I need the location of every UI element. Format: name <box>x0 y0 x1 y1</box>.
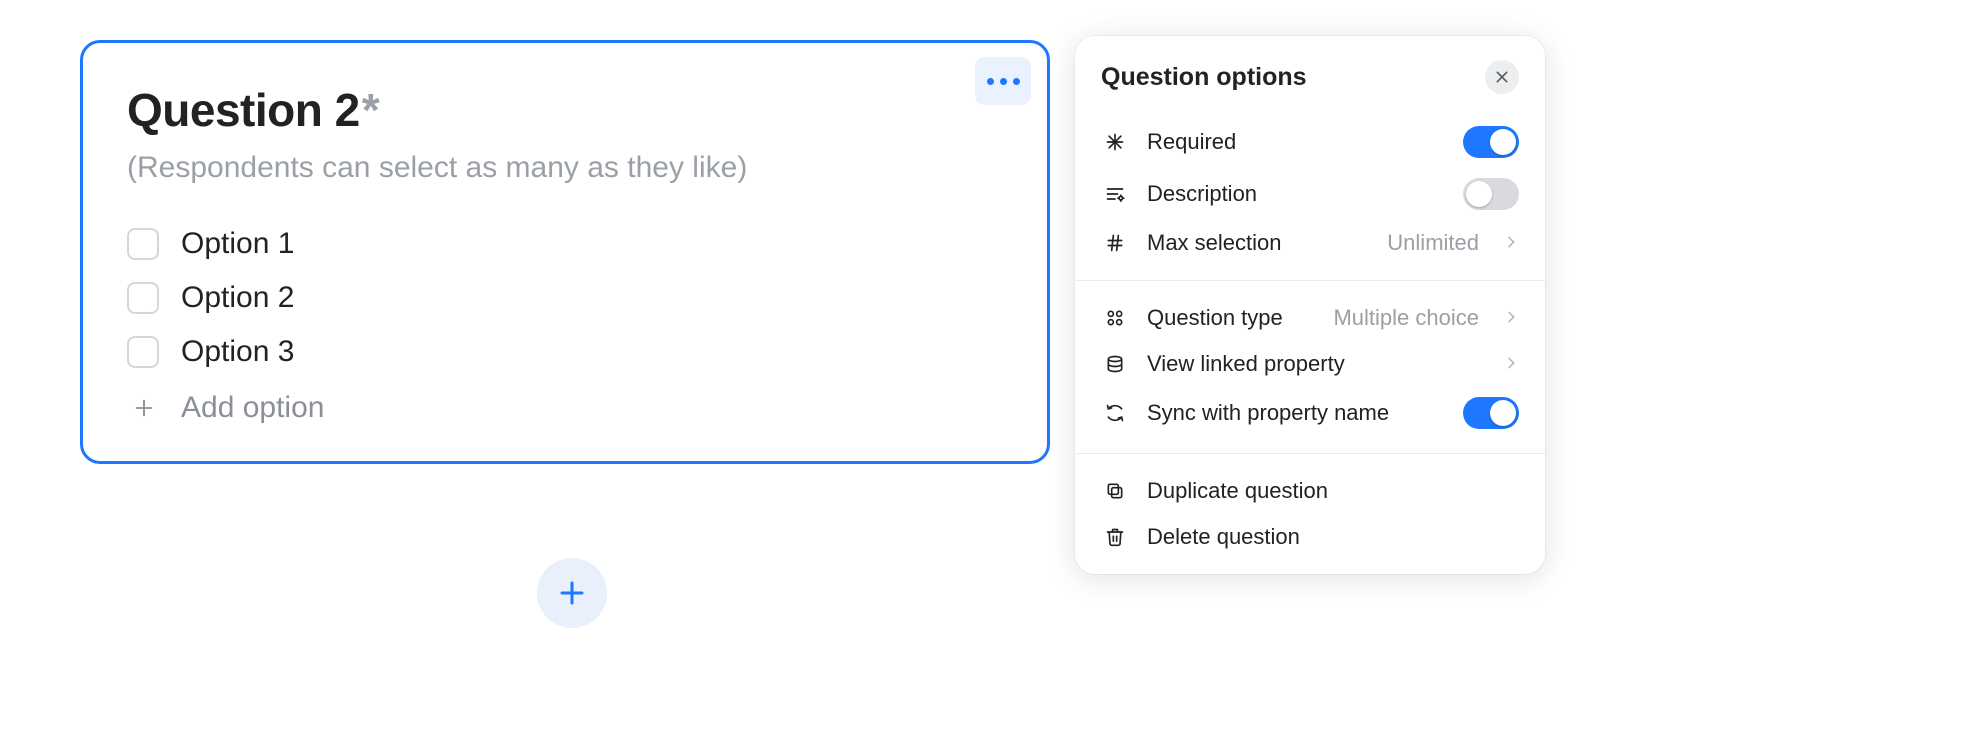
duplicate-question-button[interactable]: Duplicate question <box>1075 468 1545 514</box>
option-view-linked-property[interactable]: View linked property <box>1075 341 1545 387</box>
trash-icon <box>1101 527 1129 547</box>
question-title-text: Question 2 <box>127 84 360 136</box>
options-list: Option 1 Option 2 Option 3 Add option <box>127 217 1003 425</box>
checkbox-icon[interactable] <box>127 336 159 368</box>
option-description[interactable]: Description <box>1075 168 1545 220</box>
option-label: Required <box>1147 129 1445 155</box>
option-label: Description <box>1147 181 1445 207</box>
more-dots-icon <box>987 78 994 85</box>
question-subtitle: (Respondents can select as many as they … <box>127 151 1003 185</box>
panel-title: Question options <box>1101 63 1307 92</box>
question-more-button[interactable] <box>975 57 1031 105</box>
option-label: Delete question <box>1147 524 1519 550</box>
option-label: Duplicate question <box>1147 478 1519 504</box>
add-option-button[interactable]: Add option <box>127 379 1003 425</box>
question-options-panel: Question options Required Description <box>1075 36 1545 574</box>
option-required[interactable]: Required <box>1075 116 1545 168</box>
asterisk-icon <box>1101 132 1129 152</box>
option-max-selection[interactable]: Max selection Unlimited <box>1075 220 1545 266</box>
option-row[interactable]: Option 1 <box>127 217 1003 271</box>
option-label: Question type <box>1147 305 1315 331</box>
chevron-right-icon <box>1503 305 1519 331</box>
option-label[interactable]: Option 2 <box>181 281 294 315</box>
question-title[interactable]: Question 2* <box>127 83 1003 137</box>
sync-toggle[interactable] <box>1463 397 1519 429</box>
option-value: Multiple choice <box>1333 305 1479 331</box>
add-option-label: Add option <box>181 391 324 425</box>
checkbox-icon[interactable] <box>127 228 159 260</box>
option-label: Max selection <box>1147 230 1369 256</box>
option-sync-property-name[interactable]: Sync with property name <box>1075 387 1545 439</box>
option-row[interactable]: Option 3 <box>127 325 1003 379</box>
add-question-button[interactable] <box>537 558 607 628</box>
checkbox-icon[interactable] <box>127 282 159 314</box>
sync-icon <box>1101 403 1129 423</box>
description-icon <box>1101 184 1129 204</box>
grid-icon <box>1101 308 1129 328</box>
description-toggle[interactable] <box>1463 178 1519 210</box>
delete-question-button[interactable]: Delete question <box>1075 514 1545 560</box>
copy-icon <box>1101 481 1129 501</box>
option-row[interactable]: Option 2 <box>127 271 1003 325</box>
required-toggle[interactable] <box>1463 126 1519 158</box>
option-label: Sync with property name <box>1147 400 1445 426</box>
option-label[interactable]: Option 1 <box>181 227 294 261</box>
plus-icon <box>127 391 161 425</box>
option-label[interactable]: Option 3 <box>181 335 294 369</box>
option-value: Unlimited <box>1387 230 1479 256</box>
database-icon <box>1101 354 1129 374</box>
hash-icon <box>1101 233 1129 253</box>
option-question-type[interactable]: Question type Multiple choice <box>1075 295 1545 341</box>
question-card: Question 2* (Respondents can select as m… <box>80 40 1050 464</box>
chevron-right-icon <box>1503 230 1519 256</box>
chevron-right-icon <box>1503 351 1519 377</box>
required-asterisk-icon: * <box>362 84 379 136</box>
option-label: View linked property <box>1147 351 1485 377</box>
close-panel-button[interactable] <box>1485 60 1519 94</box>
